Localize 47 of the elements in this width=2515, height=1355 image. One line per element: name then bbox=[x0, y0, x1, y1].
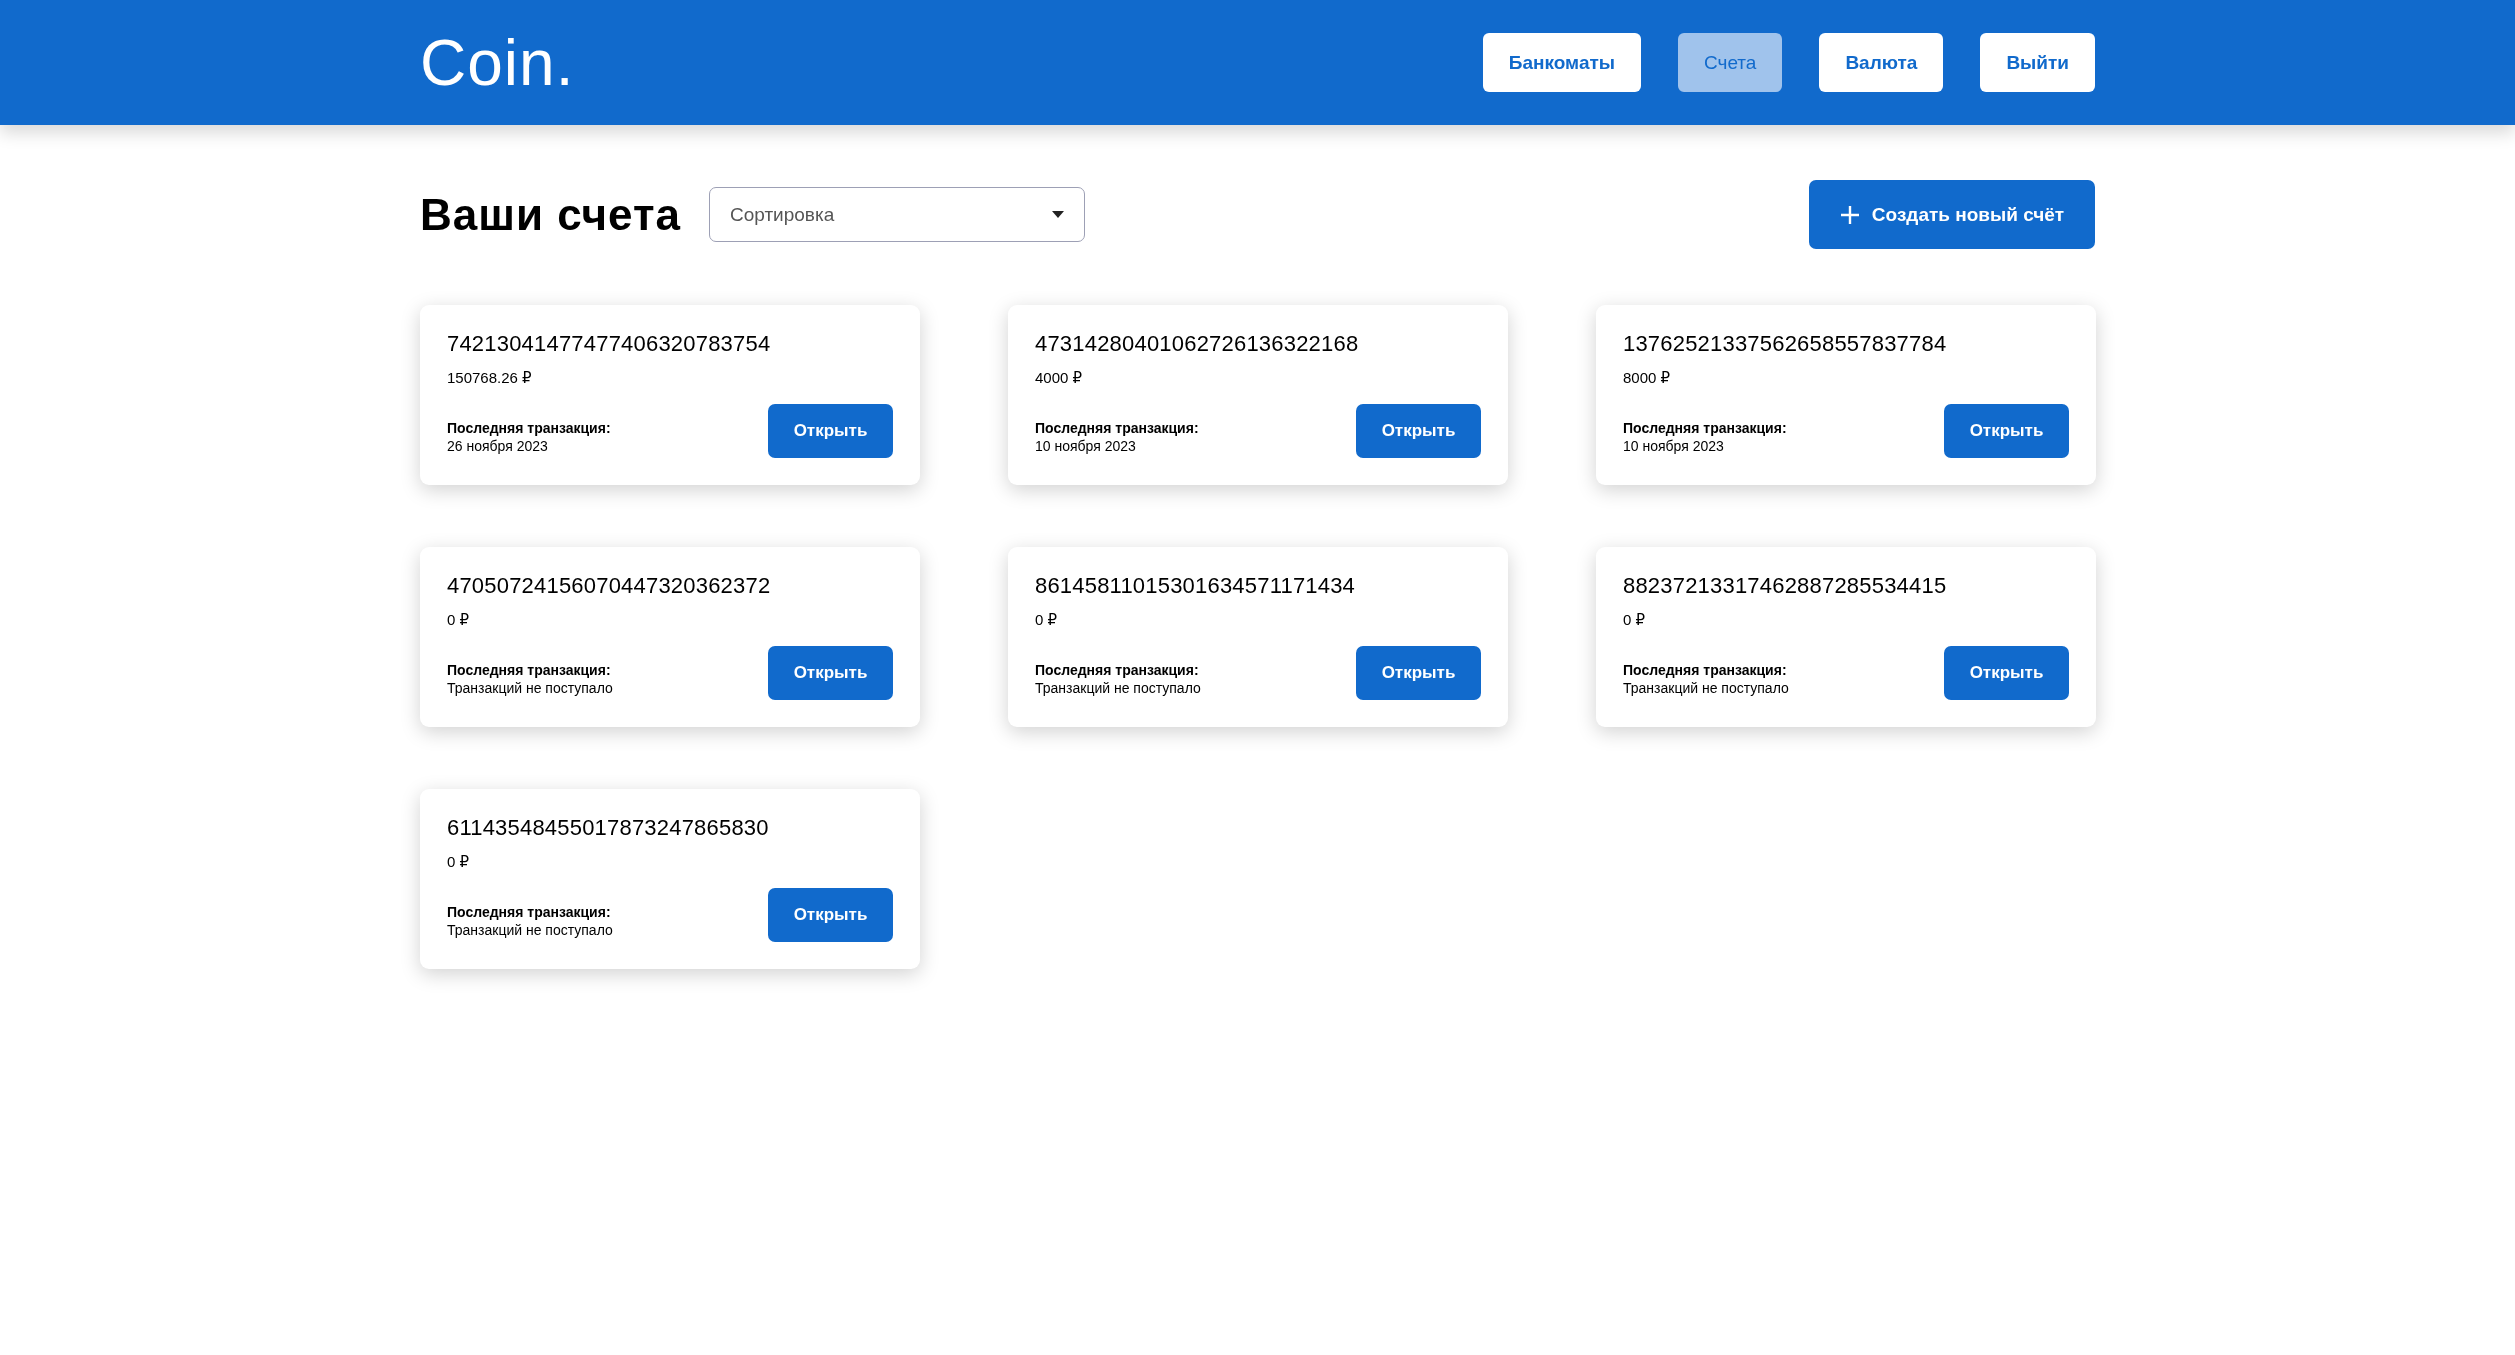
open-button[interactable]: Открыть bbox=[768, 888, 893, 942]
account-number: 88237213317462887285534415 bbox=[1623, 573, 1948, 599]
last-transaction-date: Транзакций не поступало bbox=[447, 680, 613, 696]
account-number: 74213041477477406320783754 bbox=[447, 331, 772, 357]
last-transaction-label: Последняя транзакция: bbox=[447, 662, 612, 678]
account-number: 86145811015301634571171434 bbox=[1035, 573, 1357, 599]
account-balance: 0 ₽ bbox=[1035, 611, 1059, 629]
last-transaction-date: Транзакций не поступало bbox=[1035, 680, 1201, 696]
dropdown-placeholder: Сортировка bbox=[730, 203, 835, 226]
last-transaction-date: Транзакций не поступало bbox=[447, 922, 613, 938]
account-balance: 0 ₽ bbox=[447, 611, 471, 629]
account-balance: 0 ₽ bbox=[447, 853, 471, 871]
last-transaction-date: 10 ноября 2023 bbox=[1623, 438, 1725, 454]
sort-dropdown[interactable]: Сортировка bbox=[709, 187, 1085, 242]
account-balance: 4000 ₽ bbox=[1035, 369, 1084, 387]
open-button[interactable]: Открыть bbox=[768, 646, 893, 700]
last-transaction-date: 10 ноября 2023 bbox=[1035, 438, 1137, 454]
logo: Coin. bbox=[420, 25, 575, 100]
last-transaction-date: 26 ноября 2023 bbox=[447, 438, 549, 454]
plus-icon bbox=[1839, 204, 1860, 225]
open-button[interactable]: Открыть bbox=[1356, 646, 1481, 700]
page-title: Ваши счета bbox=[420, 189, 681, 240]
account-balance: 0 ₽ bbox=[1623, 611, 1647, 629]
caret-icon bbox=[1052, 211, 1064, 218]
open-button[interactable]: Открыть bbox=[1944, 646, 2069, 700]
button-label: Создать новый счёт bbox=[1871, 203, 2065, 226]
account-number: 47314280401062726136322168 bbox=[1035, 331, 1360, 357]
nav-button[interactable]: Валюта bbox=[1819, 33, 1944, 92]
last-transaction-label: Последняя транзакция: bbox=[447, 420, 611, 436]
nav-button[interactable]: Банкоматы bbox=[1482, 33, 1641, 92]
last-transaction-label: Последняя транзакция: bbox=[1623, 420, 1787, 436]
open-button[interactable]: Открыть bbox=[1356, 404, 1481, 458]
account-balance: 150768.26 ₽ bbox=[447, 369, 533, 387]
account-number: 61143548455017873247865830 bbox=[447, 815, 770, 841]
account-number: 47050724156070447320362372 bbox=[447, 573, 772, 599]
open-button[interactable]: Открыть bbox=[1944, 404, 2069, 458]
nav-button[interactable]: Счета bbox=[1678, 33, 1783, 92]
account-number: 13762521337562658557837784 bbox=[1623, 331, 1948, 357]
last-transaction-date: Транзакций не поступало bbox=[1623, 680, 1789, 696]
create-account-button[interactable]: Создать новый счёт bbox=[1809, 180, 2095, 249]
last-transaction-label: Последняя транзакция: bbox=[447, 904, 612, 920]
open-button[interactable]: Открыть bbox=[768, 404, 893, 458]
last-transaction-label: Последняя транзакция: bbox=[1623, 662, 1788, 678]
account-balance: 8000 ₽ bbox=[1623, 369, 1672, 387]
last-transaction-label: Последняя транзакция: bbox=[1035, 662, 1200, 678]
nav-button[interactable]: Выйти bbox=[1980, 33, 2095, 92]
last-transaction-label: Последняя транзакция: bbox=[1035, 420, 1199, 436]
